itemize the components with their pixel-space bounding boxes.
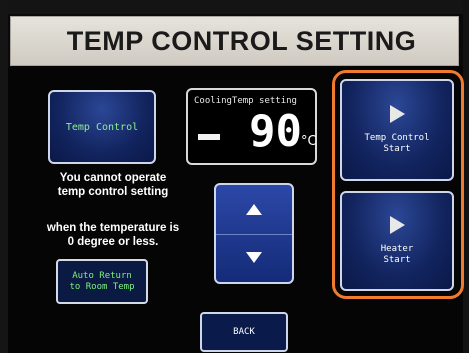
- cooling-temp-unit: °C: [301, 134, 317, 149]
- warning-line-2: temp control setting: [57, 186, 169, 198]
- back-button[interactable]: BACK: [200, 312, 288, 352]
- increase-button[interactable]: [216, 185, 292, 234]
- page-title: TEMP CONTROL SETTING: [66, 25, 417, 56]
- stepper-divider: [216, 234, 292, 235]
- warning-line-3: when the temperature is: [46, 222, 180, 234]
- minus-icon: [198, 134, 220, 140]
- temp-adjust-stepper: [214, 183, 294, 284]
- triangle-up-icon: [246, 203, 262, 215]
- auto-return-label-line-1: Auto Return: [72, 270, 132, 281]
- cooling-temp-label: CoolingTemp setting: [194, 96, 297, 106]
- play-icon: [389, 105, 405, 123]
- cooling-temp-display: CoolingTemp setting 90 °C: [186, 88, 317, 165]
- heater-start-button[interactable]: Heater Start: [340, 191, 454, 291]
- temp-control-start-button[interactable]: Temp Control Start: [340, 79, 454, 181]
- play-icon: [389, 216, 405, 234]
- decrease-button[interactable]: [216, 234, 292, 283]
- title-bar: TEMP CONTROL SETTING: [10, 16, 459, 66]
- screen-bezel-left: [0, 0, 8, 353]
- cooling-temp-value: 90: [249, 106, 302, 157]
- temp-control-label: Temp Control: [65, 121, 139, 133]
- temp-control-button[interactable]: Temp Control: [48, 90, 156, 164]
- touch-screen-area: Temp Control You cannot operate temp con…: [8, 66, 464, 353]
- auto-return-label-line-2: to Room Temp: [69, 281, 135, 292]
- auto-return-button[interactable]: Auto Return to Room Temp: [56, 259, 148, 304]
- warning-text-top: You cannot operate temp control setting: [24, 171, 202, 199]
- triangle-down-icon: [246, 252, 262, 264]
- heater-start-label-line-1: Heater: [380, 244, 414, 254]
- warning-line-4: 0 degree or less.: [67, 236, 159, 248]
- warning-line-1: You cannot operate: [59, 172, 167, 184]
- warning-text-bottom: when the temperature is 0 degree or less…: [24, 221, 202, 249]
- screen-bezel-top: [0, 0, 469, 14]
- heater-start-label-line-2: Start: [383, 255, 411, 265]
- temp-control-start-label-line-2: Start: [383, 144, 411, 154]
- temp-control-start-label-line-1: Temp Control: [364, 133, 430, 143]
- back-label: BACK: [233, 327, 255, 337]
